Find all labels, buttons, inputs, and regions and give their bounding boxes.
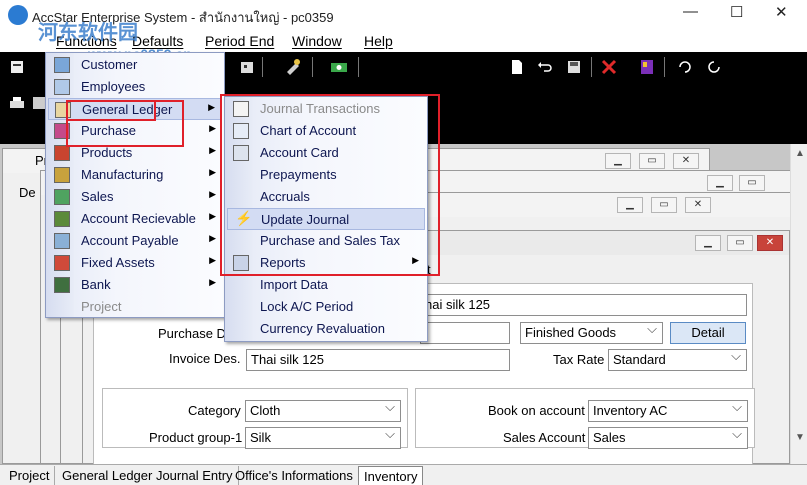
tab-project[interactable]: Project <box>4 466 56 485</box>
sync-icon[interactable] <box>705 58 723 76</box>
tab-inventory[interactable]: Inventory <box>358 466 424 485</box>
watermark-logo: 河东软件园 <box>38 22 138 44</box>
menu-item-employees[interactable]: Employees <box>48 76 222 98</box>
products-icon <box>54 145 70 161</box>
app-icon <box>8 5 28 25</box>
submenu-arrow-icon: ▶ <box>209 277 216 287</box>
menu-item-project: Project <box>81 299 122 314</box>
sales-account-select[interactable]: Sales <box>588 427 748 449</box>
child-restore-button[interactable]: ▭ <box>739 175 765 191</box>
vertical-scrollbar[interactable]: ▲ ▼ <box>790 144 807 464</box>
sales-account-label: Sales Account <box>503 430 586 445</box>
functions-menu: Customer Employees General Ledger ▶ Purch… <box>45 52 225 318</box>
submenu-arrow-icon: ▶ <box>209 189 216 199</box>
menu-item-account-recievable[interactable]: Account Recievable ▶ <box>48 208 222 230</box>
submenu-arrow-icon: ▶ <box>208 102 215 112</box>
manufacturing-icon <box>54 167 70 183</box>
bookmark-icon[interactable] <box>638 58 656 76</box>
money-icon[interactable] <box>330 58 348 76</box>
category-select[interactable]: Cloth <box>245 400 401 422</box>
tools-icon[interactable] <box>284 58 302 76</box>
open-icon[interactable] <box>8 58 26 76</box>
close-button[interactable]: ✕ <box>775 3 788 21</box>
refresh-icon[interactable] <box>676 58 694 76</box>
child-restore-button[interactable]: ▭ <box>639 153 665 169</box>
submenu-arrow-icon: ▶ <box>209 211 216 221</box>
submenu-arrow-icon: ▶ <box>209 123 216 133</box>
employees-icon <box>54 79 70 95</box>
invoice-desc-field[interactable]: Thai silk 125 <box>246 349 510 371</box>
tax-rate-select[interactable]: Standard <box>608 349 747 371</box>
child-minimize-button[interactable]: ▁ <box>695 235 721 251</box>
toolbar-separator <box>262 57 263 77</box>
category-label: Category <box>188 403 241 418</box>
bank-icon <box>54 277 70 293</box>
child-restore-button[interactable]: ▭ <box>651 197 677 213</box>
scroll-down-icon[interactable]: ▼ <box>795 432 805 443</box>
submenu-arrow-icon: ▶ <box>209 233 216 243</box>
purchase-desc-field[interactable] <box>420 322 510 344</box>
submenu-arrow-icon: ▶ <box>209 255 216 265</box>
menu-window[interactable]: Window <box>292 33 342 49</box>
child-close-button[interactable]: ✕ <box>685 197 711 213</box>
payable-icon <box>54 233 70 249</box>
maximize-button[interactable]: ☐ <box>730 3 743 21</box>
menu-item-customer[interactable]: Customer <box>48 54 222 76</box>
child-minimize-button[interactable]: ▁ <box>707 175 733 191</box>
highlight-box-submenu <box>220 94 440 276</box>
toolbar-separator <box>358 57 359 77</box>
delete-icon[interactable] <box>600 58 618 76</box>
book-on-account-label: Book on account <box>488 403 585 418</box>
menu-period-end[interactable]: Period End <box>205 33 274 49</box>
toolbar-separator <box>312 57 313 77</box>
tab-offices-informations[interactable]: Office's Informations <box>230 466 359 485</box>
detail-button[interactable]: Detail <box>670 322 746 344</box>
purchase-desc-label: Purchase De <box>158 326 234 341</box>
menu-item-manufacturing[interactable]: Manufacturing ▶ <box>48 164 222 186</box>
menu-item-import-data[interactable]: Import Data <box>227 274 425 296</box>
menu-item-fixed-assets[interactable]: Fixed Assets ▶ <box>48 252 222 274</box>
highlight-box-purchase <box>66 100 184 147</box>
product-group-label: Product group-1 <box>149 430 243 445</box>
book-on-account-select[interactable]: Inventory AC <box>588 400 748 422</box>
submenu-arrow-icon: ▶ <box>209 167 216 177</box>
building-icon[interactable] <box>238 58 256 76</box>
new-document-icon[interactable] <box>508 58 526 76</box>
fixed-assets-icon <box>54 255 70 271</box>
sales-icon <box>54 189 70 205</box>
print-icon[interactable] <box>8 94 26 112</box>
submenu-arrow-icon: ▶ <box>209 145 216 155</box>
save-icon[interactable] <box>565 58 583 76</box>
toolbar-separator <box>664 57 665 77</box>
window-tab-bar: Project General Ledger Journal Entry Off… <box>0 464 807 485</box>
child-close-button[interactable]: ✕ <box>673 153 699 169</box>
goods-type-select[interactable]: Finished Goods <box>520 322 663 344</box>
child-close-button[interactable]: ✕ <box>757 235 783 251</box>
tax-rate-label: Tax Rate <box>553 352 605 367</box>
product-name-field[interactable]: hai silk 125 <box>420 294 747 316</box>
receivable-icon <box>54 211 70 227</box>
tab-general-ledger-journal-entry[interactable]: General Ledger Journal Entry <box>57 466 239 485</box>
menu-item-bank[interactable]: Bank ▶ <box>48 274 222 296</box>
menu-item-currency-revaluation[interactable]: Currency Revaluation <box>227 318 425 340</box>
minimize-button[interactable]: — <box>683 3 698 20</box>
scroll-up-icon[interactable]: ▲ <box>795 148 805 159</box>
child-minimize-button[interactable]: ▁ <box>605 153 631 169</box>
menu-item-account-payable[interactable]: Account Payable ▶ <box>48 230 222 252</box>
child-minimize-button[interactable]: ▁ <box>617 197 643 213</box>
menu-item-sales[interactable]: Sales ▶ <box>48 186 222 208</box>
child-restore-button[interactable]: ▭ <box>727 235 753 251</box>
customer-icon <box>54 57 70 73</box>
menu-help[interactable]: Help <box>364 33 393 49</box>
field-label-fragment: De <box>19 185 36 200</box>
toolbar-separator <box>591 57 592 77</box>
undo-icon[interactable] <box>536 58 554 76</box>
product-group-select[interactable]: Silk <box>245 427 401 449</box>
invoice-desc-label: Invoice Des. <box>169 351 241 366</box>
menu-item-lock-ac-period[interactable]: Lock A/C Period <box>227 296 425 318</box>
